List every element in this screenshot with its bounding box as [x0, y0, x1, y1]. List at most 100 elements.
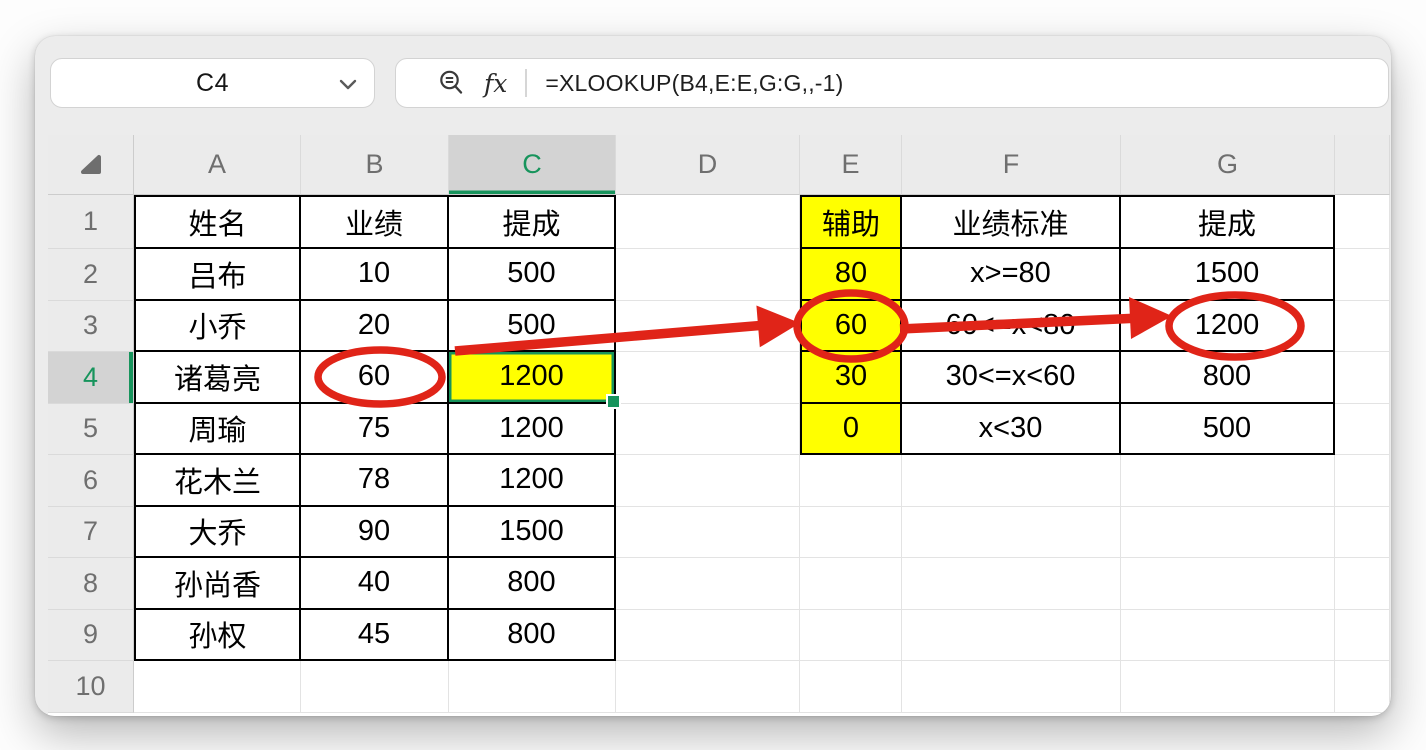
- row-header-4[interactable]: 4: [48, 352, 134, 404]
- cell-F10[interactable]: [902, 661, 1121, 713]
- row-header-2[interactable]: 2: [48, 249, 134, 301]
- cell-E9[interactable]: [800, 609, 902, 661]
- cell-H4[interactable]: [1335, 352, 1390, 404]
- cell-F4[interactable]: 30<=x<60: [902, 352, 1121, 404]
- cell-D1[interactable]: [616, 195, 800, 249]
- cell-A4[interactable]: 诸葛亮: [134, 352, 301, 404]
- cell-D2[interactable]: [616, 249, 800, 301]
- cell-B5[interactable]: 75: [301, 403, 449, 455]
- cell-G2[interactable]: 1500: [1121, 249, 1335, 301]
- cell-B8[interactable]: 40: [301, 558, 449, 610]
- cell-H2[interactable]: [1335, 249, 1390, 301]
- name-box-value[interactable]: C4: [196, 69, 229, 98]
- cell-B10[interactable]: [301, 661, 449, 713]
- column-header-E[interactable]: E: [800, 135, 902, 195]
- formula-bar[interactable]: fx =XLOOKUP(B4,E:E,G:G,,-1): [395, 58, 1389, 108]
- row-header-8[interactable]: 8: [48, 558, 134, 610]
- cell-F5[interactable]: x<30: [902, 403, 1121, 455]
- row-header-1[interactable]: 1: [48, 195, 134, 249]
- cell-D5[interactable]: [616, 403, 800, 455]
- cell-H3[interactable]: [1335, 300, 1390, 352]
- row-header-10[interactable]: 10: [48, 661, 134, 713]
- cell-E2[interactable]: 80: [800, 249, 902, 301]
- cell-A1[interactable]: 姓名: [134, 195, 301, 249]
- cell-F7[interactable]: [902, 506, 1121, 558]
- cell-G6[interactable]: [1121, 455, 1335, 507]
- column-header-D[interactable]: D: [616, 135, 800, 195]
- cell-A2[interactable]: 吕布: [134, 249, 301, 301]
- cell-G4[interactable]: 800: [1121, 352, 1335, 404]
- cell-D6[interactable]: [616, 455, 800, 507]
- cell-C10[interactable]: [449, 661, 616, 713]
- cell-E4[interactable]: 30: [800, 352, 902, 404]
- cell-G1[interactable]: 提成: [1121, 195, 1335, 249]
- fx-icon[interactable]: fx: [484, 69, 507, 98]
- cell-E6[interactable]: [800, 455, 902, 507]
- cell-B4[interactable]: 60: [301, 352, 449, 404]
- row-header-5[interactable]: 5: [48, 403, 134, 455]
- row-header-7[interactable]: 7: [48, 506, 134, 558]
- cell-H9[interactable]: [1335, 609, 1390, 661]
- cell-A5[interactable]: 周瑜: [134, 403, 301, 455]
- column-header-A[interactable]: A: [134, 135, 301, 195]
- cell-E1[interactable]: 辅助: [800, 195, 902, 249]
- cell-B6[interactable]: 78: [301, 455, 449, 507]
- cell-A6[interactable]: 花木兰: [134, 455, 301, 507]
- cell-H10[interactable]: [1335, 661, 1390, 713]
- column-header-C[interactable]: C: [449, 135, 616, 195]
- cell-G5[interactable]: 500: [1121, 403, 1335, 455]
- cell-G7[interactable]: [1121, 506, 1335, 558]
- cell-G10[interactable]: [1121, 661, 1335, 713]
- cell-D7[interactable]: [616, 506, 800, 558]
- cell-B1[interactable]: 业绩: [301, 195, 449, 249]
- cell-E5[interactable]: 0: [800, 403, 902, 455]
- cell-C6[interactable]: 1200: [449, 455, 616, 507]
- cell-A10[interactable]: [134, 661, 301, 713]
- cell-E7[interactable]: [800, 506, 902, 558]
- cell-H1[interactable]: [1335, 195, 1390, 249]
- cell-F9[interactable]: [902, 609, 1121, 661]
- search-formula-icon[interactable]: [438, 69, 466, 97]
- formula-input[interactable]: =XLOOKUP(B4,E:E,G:G,,-1): [545, 70, 843, 97]
- cell-F8[interactable]: [902, 558, 1121, 610]
- row-header-3[interactable]: 3: [48, 300, 134, 352]
- cell-C7[interactable]: 1500: [449, 506, 616, 558]
- cell-A3[interactable]: 小乔: [134, 300, 301, 352]
- cell-A7[interactable]: 大乔: [134, 506, 301, 558]
- chevron-down-icon[interactable]: [338, 78, 358, 92]
- name-box[interactable]: C4: [50, 58, 375, 108]
- cell-C1[interactable]: 提成: [449, 195, 616, 249]
- cell-H5[interactable]: [1335, 403, 1390, 455]
- cell-B7[interactable]: 90: [301, 506, 449, 558]
- cell-E10[interactable]: [800, 661, 902, 713]
- cell-E8[interactable]: [800, 558, 902, 610]
- column-header-F[interactable]: F: [902, 135, 1121, 195]
- cell-E3[interactable]: 60: [800, 300, 902, 352]
- cell-H7[interactable]: [1335, 506, 1390, 558]
- cell-F1[interactable]: 业绩标准: [902, 195, 1121, 249]
- column-header-h[interactable]: [1335, 135, 1390, 195]
- cell-C2[interactable]: 500: [449, 249, 616, 301]
- cell-C9[interactable]: 800: [449, 609, 616, 661]
- cell-G8[interactable]: [1121, 558, 1335, 610]
- select-all-button[interactable]: [48, 135, 134, 195]
- cell-C4[interactable]: 1200: [449, 352, 621, 409]
- cell-D4[interactable]: [616, 352, 800, 404]
- cell-F6[interactable]: [902, 455, 1121, 507]
- cell-A8[interactable]: 孙尚香: [134, 558, 301, 610]
- cell-D8[interactable]: [616, 558, 800, 610]
- cell-B3[interactable]: 20: [301, 300, 449, 352]
- cell-G3[interactable]: 1200: [1121, 300, 1335, 352]
- cell-C8[interactable]: 800: [449, 558, 616, 610]
- cell-D3[interactable]: [616, 300, 800, 352]
- cell-B9[interactable]: 45: [301, 609, 449, 661]
- column-header-G[interactable]: G: [1121, 135, 1335, 195]
- cell-C3[interactable]: 500: [449, 300, 616, 352]
- cell-D9[interactable]: [616, 609, 800, 661]
- column-header-B[interactable]: B: [301, 135, 449, 195]
- cell-A9[interactable]: 孙权: [134, 609, 301, 661]
- cell-G9[interactable]: [1121, 609, 1335, 661]
- cell-C5[interactable]: 1200: [449, 403, 616, 455]
- row-header-6[interactable]: 6: [48, 455, 134, 507]
- cell-D10[interactable]: [616, 661, 800, 713]
